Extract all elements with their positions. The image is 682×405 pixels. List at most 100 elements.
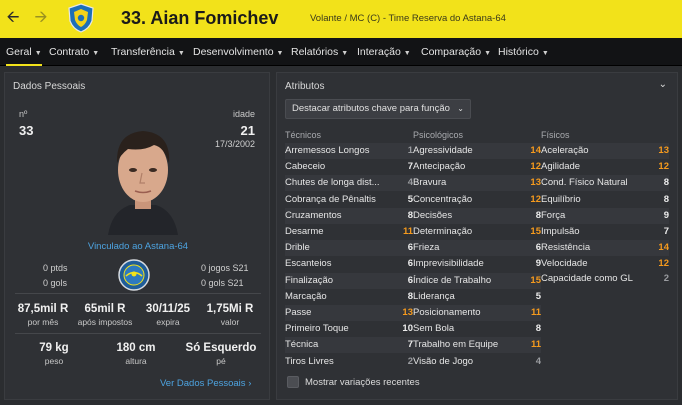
attribute-name: Impulsão <box>541 226 580 237</box>
attribute-name: Técnica <box>285 339 319 351</box>
attribute-name: Arremessos Longos <box>285 145 370 156</box>
attribute-value: 15 <box>530 226 541 237</box>
view-personal-data-link[interactable]: Ver Dados Pessoais › <box>160 378 251 389</box>
attribute-row[interactable]: Marcação 8 <box>285 289 413 305</box>
arrow-right-icon[interactable]: 🡪 <box>32 9 50 27</box>
attribute-row[interactable]: Posicionamento 11 <box>413 305 541 321</box>
attribute-row[interactable]: Técnica 7 <box>285 337 413 354</box>
attribute-row[interactable]: Cruzamentos 8 <box>285 207 413 224</box>
attribute-row[interactable]: Concentração 12 <box>413 192 541 208</box>
attribute-name: Índice de Trabalho <box>413 274 492 286</box>
attribute-name: Cabeceio <box>285 161 326 173</box>
chevron-down-icon[interactable]: ⌄ <box>659 79 667 90</box>
attribute-row[interactable]: Agressividade 14 <box>413 143 541 159</box>
attribute-row[interactable]: Imprevisibilidade 9 <box>413 256 541 272</box>
attribute-name: Agressividade <box>413 145 473 156</box>
attribute-row[interactable]: Resistência 14 <box>541 240 669 257</box>
attribute-row[interactable]: Tiros Livres 2 <box>285 354 413 370</box>
attribute-row[interactable]: Aceleração 13 <box>541 143 669 159</box>
attribute-name: Tiros Livres <box>285 355 334 367</box>
tab-historico[interactable]: Histórico ▼ <box>498 38 549 66</box>
attribute-row[interactable]: Arremessos Longos 1 <box>285 143 413 159</box>
tab-geral[interactable]: Geral ▼ <box>6 38 42 66</box>
linked-club-link[interactable]: Vinculado ao Astana-64 <box>5 241 271 252</box>
attribute-row[interactable]: Determinação 15 <box>413 224 541 240</box>
attribute-value: 8 <box>407 290 413 302</box>
attribute-row[interactable]: Capacidade como GL 2 <box>541 271 669 287</box>
tab-comparacao[interactable]: Comparação ▼ <box>421 38 491 66</box>
attribute-row[interactable]: Antecipação 12 <box>413 159 541 175</box>
chevron-down-icon: ▼ <box>92 50 100 57</box>
attribute-name: Cond. Físico Natural <box>541 177 628 189</box>
personal-data-panel: Dados Pessoais nº 33 idade 21 17/3/2002 … <box>4 72 270 400</box>
attribute-row[interactable]: Primeiro Toque 10 <box>285 321 413 337</box>
attribute-name: Cruzamentos <box>285 209 342 221</box>
player-position-club: Volante / MC (C) - Time Reserva do Astan… <box>310 13 506 24</box>
attribute-value: 11 <box>402 226 413 237</box>
attribute-row[interactable]: Visão de Jogo 4 <box>413 354 541 370</box>
attribute-row[interactable]: Cobrança de Pênaltis 5 <box>285 192 413 208</box>
attribute-row[interactable]: Decisões 8 <box>413 207 541 224</box>
attribute-row[interactable]: Desarme 11 <box>285 224 413 240</box>
tab-interacao[interactable]: Interação ▼ <box>357 38 411 66</box>
recent-changes-label: Mostrar variações recentes <box>305 377 420 388</box>
attribute-value: 12 <box>530 193 541 205</box>
attribute-value: 6 <box>407 258 413 270</box>
attribute-value: 13 <box>530 177 541 189</box>
recent-changes-checkbox[interactable] <box>287 376 299 388</box>
attribute-row[interactable]: Drible 6 <box>285 240 413 257</box>
player-header: 🡨 🡪 33. Aian Fomichev Volante / MC (C) -… <box>0 0 682 38</box>
attribute-row[interactable]: Bravura 13 <box>413 175 541 192</box>
attribute-row[interactable]: Chutes de longa dist... 4 <box>285 175 413 192</box>
attribute-value: 8 <box>535 323 541 335</box>
attribute-value: 7 <box>663 226 669 237</box>
attribute-row[interactable]: Cond. Físico Natural 8 <box>541 175 669 192</box>
chevron-down-icon: ▼ <box>484 50 492 57</box>
contract-expiry-value: 30/11/25 <box>145 303 191 315</box>
chevron-down-icon: ▼ <box>177 50 185 57</box>
attribute-name: Agilidade <box>541 161 581 173</box>
attribute-row[interactable]: Frieza 6 <box>413 240 541 257</box>
attribute-value: 2 <box>407 355 413 367</box>
attribute-row[interactable]: Velocidade 12 <box>541 256 669 272</box>
stat-goals-season: 0 gols S21 <box>201 278 244 288</box>
attribute-name: Imprevisibilidade <box>413 258 484 270</box>
attribute-row[interactable]: Agilidade 12 <box>541 159 669 175</box>
attribute-name: Antecipação <box>413 161 466 173</box>
attribute-name: Visão de Jogo <box>413 355 474 367</box>
attribute-value: 14 <box>530 145 541 156</box>
attribute-row[interactable]: Índice de Trabalho 15 <box>413 272 541 289</box>
attribute-row[interactable]: Sem Bola 8 <box>413 321 541 337</box>
attribute-row[interactable]: Equilíbrio 8 <box>541 192 669 208</box>
tab-transferencia[interactable]: Transferência ▼ <box>111 38 185 66</box>
tab-desenvolvimento[interactable]: Desenvolvimento ▼ <box>193 38 283 66</box>
attribute-value: 6 <box>407 274 413 286</box>
attribute-row[interactable]: Trabalho em Equipe 11 <box>413 337 541 354</box>
highlight-attributes-dropdown[interactable]: Destacar atributos chave para função ⌄ <box>285 99 471 119</box>
attribute-name: Capacidade como GL <box>541 273 633 284</box>
attribute-name: Decisões <box>413 209 453 221</box>
attribute-row[interactable]: Passe 13 <box>285 305 413 321</box>
wage-value: 87,5mil R <box>17 303 69 315</box>
attribute-row[interactable]: Escanteios 6 <box>285 256 413 272</box>
attribute-row[interactable]: Finalização 6 <box>285 272 413 289</box>
tab-relatorios[interactable]: Relatórios ▼ <box>291 38 348 66</box>
player-tabs: Geral ▼ Contrato ▼ Transferência ▼ Desenvol… <box>0 38 682 66</box>
attribute-row[interactable]: Força 9 <box>541 207 669 224</box>
contract-expiry-label: expira <box>156 317 180 327</box>
chevron-down-icon: ⌄ <box>457 104 464 113</box>
attribute-value: 12 <box>530 161 541 173</box>
chevron-down-icon: ▼ <box>541 50 549 57</box>
attribute-value: 1 <box>407 145 413 156</box>
attribute-row[interactable]: Liderança 5 <box>413 289 541 305</box>
tab-contrato[interactable]: Contrato ▼ <box>49 38 99 66</box>
attribute-value: 12 <box>658 161 669 173</box>
attribute-name: Frieza <box>413 242 440 254</box>
club-badge-icon[interactable] <box>67 3 95 33</box>
attribute-row[interactable]: Cabeceio 7 <box>285 159 413 175</box>
attribute-value: 13 <box>402 307 413 318</box>
player-portrait <box>108 131 178 235</box>
attribute-value: 11 <box>530 339 541 351</box>
attribute-row[interactable]: Impulsão 7 <box>541 224 669 240</box>
arrow-left-icon[interactable]: 🡨 <box>4 9 22 27</box>
